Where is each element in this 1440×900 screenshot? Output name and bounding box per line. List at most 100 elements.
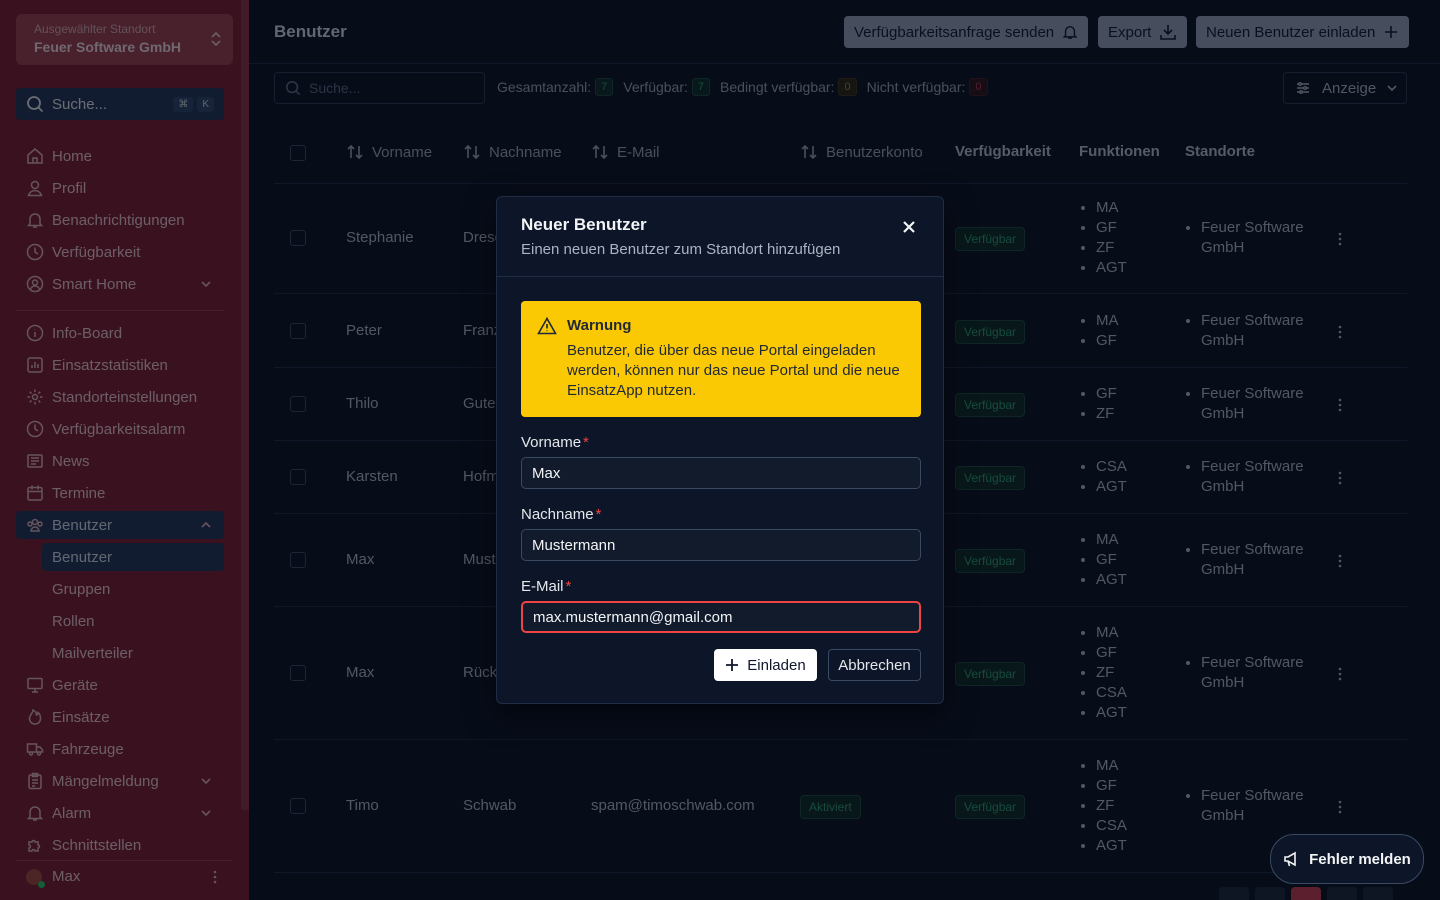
sidebar-item-geraete[interactable]: Geräte bbox=[16, 671, 224, 699]
row-more-icon[interactable] bbox=[1338, 471, 1342, 485]
sidebar-subitem-gruppen[interactable]: Gruppen bbox=[42, 575, 224, 603]
close-icon[interactable] bbox=[902, 220, 916, 234]
new-user-dialog: Neuer Benutzer Einen neuen Benutzer zum … bbox=[496, 196, 944, 704]
first-name-input[interactable] bbox=[521, 457, 921, 489]
flame-icon bbox=[26, 708, 44, 726]
invite-button[interactable]: Einladen bbox=[714, 649, 817, 681]
monitor-icon bbox=[26, 676, 44, 694]
sidebar-item-einsatzstatistiken[interactable]: Einsatzstatistiken bbox=[16, 351, 224, 379]
email-label: E-Mail * bbox=[521, 578, 571, 595]
clock-icon bbox=[26, 420, 44, 438]
pagination-last[interactable] bbox=[1363, 887, 1393, 900]
sidebar-item-label: Einsätze bbox=[52, 708, 110, 726]
function-item: AGT bbox=[1096, 477, 1127, 497]
sidebar-item-maengelmeldung[interactable]: Mängelmeldung bbox=[16, 767, 224, 795]
sidebar-item-termine[interactable]: Termine bbox=[16, 479, 224, 507]
row-more-icon[interactable] bbox=[1338, 800, 1342, 814]
megaphone-icon bbox=[1283, 850, 1309, 868]
sidebar-item-verfuegbarkeitsalarm[interactable]: Verfügbarkeitsalarm bbox=[16, 415, 224, 443]
more-vertical-icon[interactable] bbox=[213, 870, 217, 884]
sort-icon bbox=[463, 143, 489, 161]
sidebar-item-einsaetze[interactable]: Einsätze bbox=[16, 703, 224, 731]
cell-first-name: Timo bbox=[346, 797, 379, 814]
clipboard-icon bbox=[26, 772, 44, 790]
cancel-button[interactable]: Abbrechen bbox=[828, 649, 921, 681]
pagination-current-page[interactable] bbox=[1291, 887, 1321, 900]
pagination-next[interactable] bbox=[1327, 887, 1357, 900]
sidebar-item-verfuegbarkeit[interactable]: Verfügbarkeit bbox=[16, 238, 224, 266]
sidebar-item-label: Alarm bbox=[52, 804, 92, 822]
pagination-first[interactable] bbox=[1219, 887, 1249, 900]
function-item: MA bbox=[1096, 530, 1127, 550]
column-label: Verfügbarkeit bbox=[955, 143, 1051, 160]
row-checkbox[interactable] bbox=[290, 323, 306, 339]
report-bug-button[interactable]: Fehler melden bbox=[1270, 834, 1424, 884]
select-all-checkbox[interactable] bbox=[290, 145, 306, 161]
view-options-button[interactable]: Anzeige bbox=[1283, 72, 1407, 104]
pagination-prev[interactable] bbox=[1255, 887, 1285, 900]
row-checkbox[interactable] bbox=[290, 665, 306, 681]
locations-list: Feuer Software GmbH bbox=[1185, 218, 1335, 258]
table-search-input[interactable]: Suche... bbox=[274, 72, 485, 104]
sidebar-item-fahrzeuge[interactable]: Fahrzeuge bbox=[16, 735, 224, 763]
info-icon bbox=[26, 324, 44, 342]
store-selector[interactable]: Ausgewählter Standort Feuer Software Gmb… bbox=[16, 14, 233, 65]
user-name: Max bbox=[52, 868, 81, 885]
sidebar-item-profil[interactable]: Profil bbox=[16, 174, 224, 202]
functions-list: GF ZF bbox=[1080, 384, 1117, 424]
row-checkbox[interactable] bbox=[290, 798, 306, 814]
row-more-icon[interactable] bbox=[1338, 325, 1342, 339]
gear-icon bbox=[26, 388, 44, 406]
row-more-icon[interactable] bbox=[1338, 667, 1342, 681]
sidebar-item-alarm[interactable]: Alarm bbox=[16, 799, 224, 827]
table-search-placeholder: Suche... bbox=[309, 80, 361, 96]
column-header-email[interactable]: E-Mail bbox=[591, 143, 660, 161]
last-name-input[interactable] bbox=[521, 529, 921, 561]
location-item: Feuer Software GmbH bbox=[1201, 653, 1335, 693]
row-more-icon[interactable] bbox=[1338, 554, 1342, 568]
bell-icon bbox=[1054, 24, 1078, 40]
sidebar-item-smart-home[interactable]: Smart Home bbox=[16, 270, 224, 298]
column-header-vorname[interactable]: Vorname bbox=[346, 143, 432, 161]
sidebar-user[interactable]: Max bbox=[16, 860, 233, 892]
column-header-benutzerkonto[interactable]: Benutzerkonto bbox=[800, 143, 923, 161]
user-stats: Gesamtanzahl: 7 Verfügbar: 7 Bedingt ver… bbox=[497, 78, 998, 96]
sidebar-search-button[interactable]: Suche... ⌘ K bbox=[16, 88, 224, 120]
availability-request-button[interactable]: Verfügbarkeitsanfrage senden bbox=[844, 16, 1089, 48]
kbd-k: K bbox=[197, 96, 214, 112]
sidebar-item-schnittstellen[interactable]: Schnittstellen bbox=[16, 831, 224, 859]
account-badge: Aktiviert bbox=[800, 795, 861, 819]
sliders-icon bbox=[1296, 81, 1310, 95]
row-checkbox[interactable] bbox=[290, 230, 306, 246]
user-circle-icon bbox=[26, 275, 44, 293]
sidebar-subitem-benutzer[interactable]: Benutzer bbox=[42, 543, 224, 571]
report-bug-label: Fehler melden bbox=[1309, 850, 1411, 868]
last-name-label-text: Nachname bbox=[521, 506, 594, 523]
export-button[interactable]: Export bbox=[1098, 16, 1188, 48]
stat-unavailable-badge: 0 bbox=[969, 78, 988, 96]
sidebar-subitem-mailverteiler[interactable]: Mailverteiler bbox=[42, 639, 224, 667]
row-more-icon[interactable] bbox=[1338, 398, 1342, 412]
column-header-nachname[interactable]: Nachname bbox=[463, 143, 562, 161]
row-more-icon[interactable] bbox=[1338, 232, 1342, 246]
stat-available-label: Verfügbar: bbox=[623, 79, 688, 95]
row-checkbox[interactable] bbox=[290, 396, 306, 412]
invite-user-button[interactable]: Neuen Benutzer einladen bbox=[1196, 16, 1410, 48]
first-name-label: Vorname * bbox=[521, 434, 589, 451]
chevron-up-down-icon bbox=[209, 30, 223, 48]
sidebar-item-standorteinstellungen[interactable]: Standorteinstellungen bbox=[16, 383, 224, 411]
sidebar-item-info-board[interactable]: Info-Board bbox=[16, 319, 224, 347]
sidebar-item-news[interactable]: News bbox=[16, 447, 224, 475]
sidebar-item-benachrichtigungen[interactable]: Benachrichtigungen bbox=[16, 206, 224, 234]
required-mark: * bbox=[565, 578, 572, 595]
sidebar-subitem-rollen[interactable]: Rollen bbox=[42, 607, 224, 635]
email-input[interactable] bbox=[521, 601, 921, 633]
sidebar-scrollbar[interactable] bbox=[241, 0, 249, 810]
row-checkbox[interactable] bbox=[290, 552, 306, 568]
cell-last-name: Rück bbox=[463, 664, 498, 681]
sidebar-item-home[interactable]: Home bbox=[16, 142, 224, 170]
sidebar-item-benutzer[interactable]: Benutzer bbox=[16, 511, 224, 539]
puzzle-icon bbox=[26, 836, 44, 854]
row-checkbox[interactable] bbox=[290, 469, 306, 485]
location-item: Feuer Software GmbH bbox=[1201, 786, 1335, 826]
